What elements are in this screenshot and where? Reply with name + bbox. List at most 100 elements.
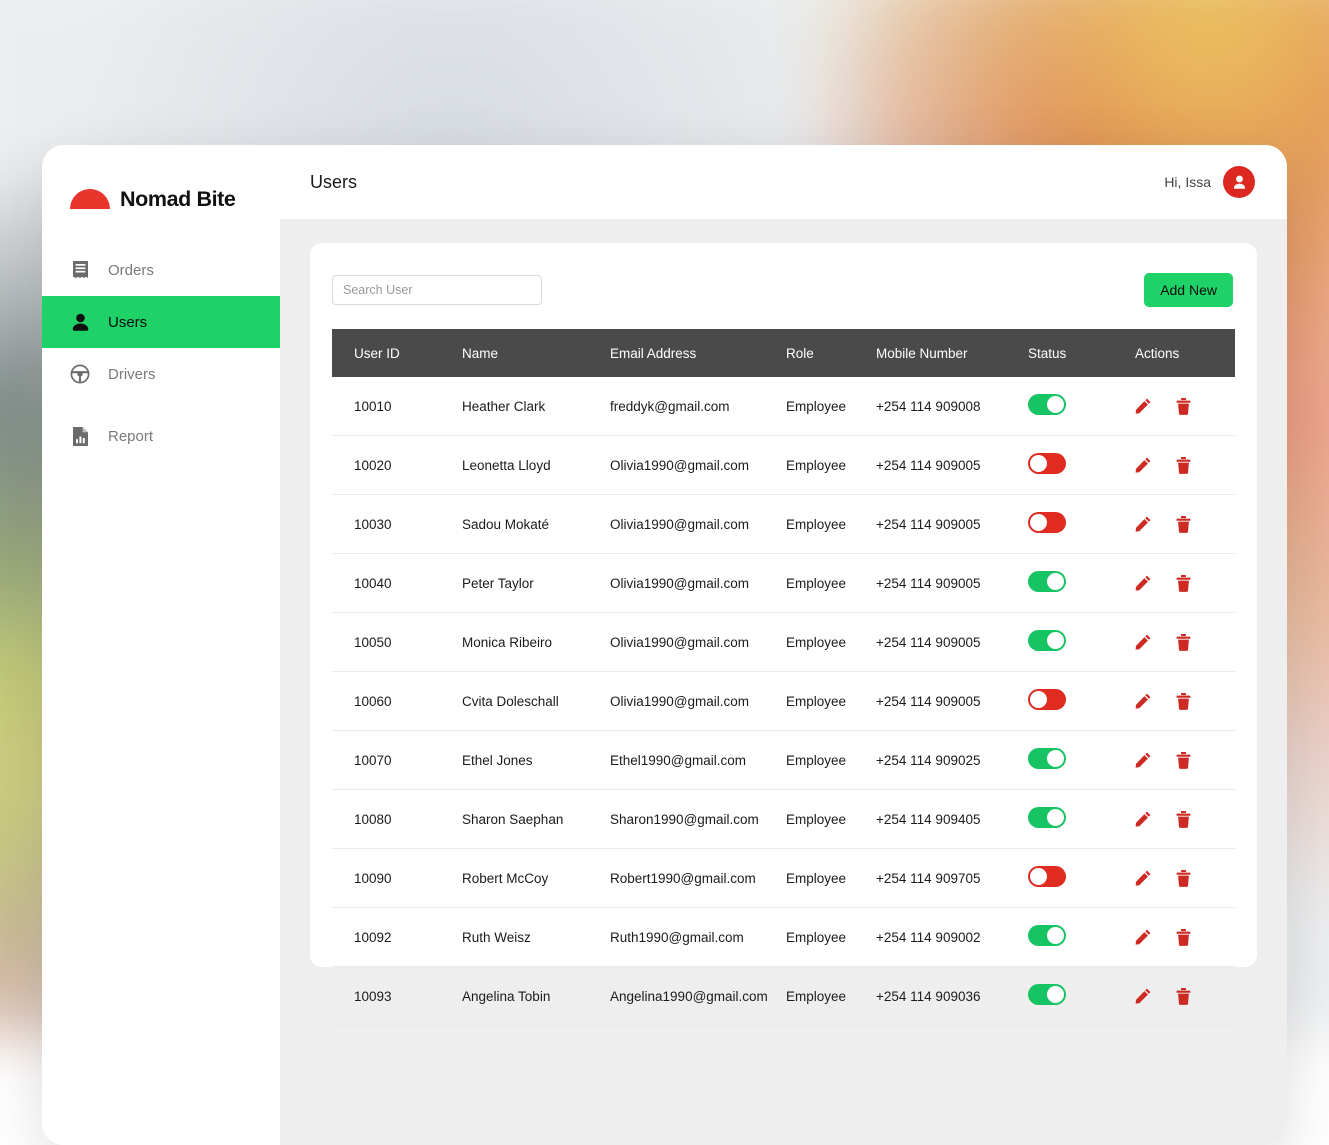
pencil-icon[interactable] [1135,516,1151,532]
table-body: 10010Heather Clarkfreddyk@gmail.comEmplo… [332,377,1235,1026]
greeting-text: Hi, Issa [1164,174,1211,190]
table-row: 10080Sharon SaephanSharon1990@gmail.comE… [332,790,1235,849]
status-toggle[interactable] [1028,925,1066,946]
cell-actions [1135,967,1235,1026]
cell-role: Employee [786,908,876,967]
sidebar-item-drivers[interactable]: Drivers [42,348,280,400]
trash-icon[interactable] [1176,693,1191,710]
status-toggle[interactable] [1028,866,1066,887]
column-header-mobile: Mobile Number [876,329,1028,377]
toggle-knob [1030,455,1047,472]
trash-icon[interactable] [1176,870,1191,887]
cell-name: Cvita Doleschall [462,672,610,731]
pencil-icon[interactable] [1135,398,1151,414]
cell-name: Ethel Jones [462,731,610,790]
cell-actions [1135,731,1235,790]
cell-mobile: +254 114 909036 [876,967,1028,1026]
pencil-icon[interactable] [1135,929,1151,945]
pencil-icon[interactable] [1135,575,1151,591]
cell-status [1028,377,1135,436]
status-toggle[interactable] [1028,453,1066,474]
search-input[interactable] [332,275,542,305]
cell-user-id: 10030 [332,495,462,554]
cell-name: Ruth Weisz [462,908,610,967]
avatar[interactable] [1223,166,1255,198]
table-row: 10020Leonetta LloydOlivia1990@gmail.comE… [332,436,1235,495]
cell-user-id: 10090 [332,849,462,908]
status-toggle[interactable] [1028,984,1066,1005]
user-menu[interactable]: Hi, Issa [1164,166,1255,198]
cell-email: Ruth1990@gmail.com [610,908,786,967]
status-toggle[interactable] [1028,630,1066,651]
cell-status [1028,436,1135,495]
sidebar-item-report[interactable]: Report [42,410,280,462]
pencil-icon[interactable] [1135,988,1151,1004]
cell-email: Sharon1990@gmail.com [610,790,786,849]
trash-icon[interactable] [1176,634,1191,651]
toggle-knob [1047,986,1064,1003]
table-header-row: User ID Name Email Address Role Mobile N… [332,329,1235,377]
status-toggle[interactable] [1028,748,1066,769]
cell-actions [1135,377,1235,436]
pencil-icon[interactable] [1135,457,1151,473]
table-row: 10010Heather Clarkfreddyk@gmail.comEmplo… [332,377,1235,436]
trash-icon[interactable] [1176,398,1191,415]
column-header-name: Name [462,329,610,377]
sidebar: Nomad Bite Orders [42,145,280,1145]
page-title: Users [310,172,357,193]
cell-actions [1135,908,1235,967]
cell-user-id: 10040 [332,554,462,613]
table-row: 10090Robert McCoyRobert1990@gmail.comEmp… [332,849,1235,908]
column-header-email: Email Address [610,329,786,377]
pencil-icon[interactable] [1135,634,1151,650]
cell-user-id: 10010 [332,377,462,436]
cell-name: Leonetta Lloyd [462,436,610,495]
table-row: 10093Angelina TobinAngelina1990@gmail.co… [332,967,1235,1026]
status-toggle[interactable] [1028,689,1066,710]
sidebar-item-label-users: Users [108,314,147,331]
trash-icon[interactable] [1176,516,1191,533]
toggle-knob [1047,632,1064,649]
cell-email: Angelina1990@gmail.com [610,967,786,1026]
cell-role: Employee [786,554,876,613]
trash-icon[interactable] [1176,988,1191,1005]
cell-mobile: +254 114 909005 [876,672,1028,731]
sidebar-item-users[interactable]: Users [42,296,280,348]
cell-actions [1135,554,1235,613]
status-toggle[interactable] [1028,512,1066,533]
pencil-icon[interactable] [1135,752,1151,768]
cell-user-id: 10080 [332,790,462,849]
status-toggle[interactable] [1028,394,1066,415]
cell-mobile: +254 114 909008 [876,377,1028,436]
trash-icon[interactable] [1176,811,1191,828]
toggle-knob [1047,809,1064,826]
pencil-icon[interactable] [1135,870,1151,886]
toggle-knob [1030,691,1047,708]
status-toggle[interactable] [1028,571,1066,592]
cell-role: Employee [786,672,876,731]
cell-email: Robert1990@gmail.com [610,849,786,908]
trash-icon[interactable] [1176,575,1191,592]
trash-icon[interactable] [1176,457,1191,474]
pencil-icon[interactable] [1135,811,1151,827]
pencil-icon[interactable] [1135,693,1151,709]
users-card: Add New User ID Name Email Address Role … [310,243,1257,967]
cell-actions [1135,672,1235,731]
toggle-knob [1047,750,1064,767]
red-dome-logo-icon [70,189,110,209]
cell-email: Olivia1990@gmail.com [610,554,786,613]
status-toggle[interactable] [1028,807,1066,828]
cell-role: Employee [786,495,876,554]
trash-icon[interactable] [1176,752,1191,769]
steering-wheel-icon [70,364,90,384]
cell-status [1028,495,1135,554]
cell-mobile: +254 114 909005 [876,436,1028,495]
main-area: Users Hi, Issa Add New [280,145,1287,1145]
add-new-button[interactable]: Add New [1144,273,1233,307]
cell-actions [1135,436,1235,495]
trash-icon[interactable] [1176,929,1191,946]
users-table: User ID Name Email Address Role Mobile N… [332,329,1235,1026]
cell-role: Employee [786,849,876,908]
sidebar-item-orders[interactable]: Orders [42,244,280,296]
cell-role: Employee [786,613,876,672]
